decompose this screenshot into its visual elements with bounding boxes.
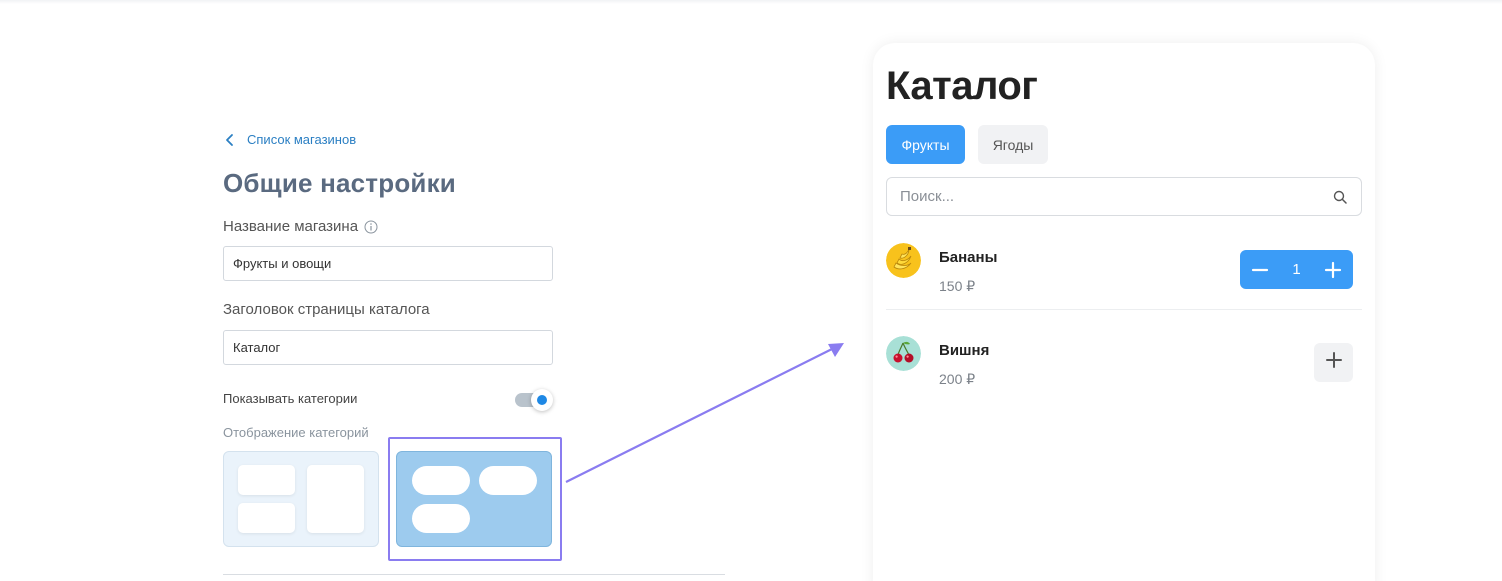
- show-categories-toggle[interactable]: [515, 389, 553, 411]
- product-item: Бананы 150 ₽ 1: [886, 243, 1362, 313]
- quantity-stepper: 1: [1240, 250, 1353, 289]
- minus-icon[interactable]: [1251, 261, 1269, 279]
- product-divider: [886, 309, 1362, 310]
- grid-icon-block: [238, 503, 295, 533]
- banana-icon: [886, 243, 921, 278]
- grid-icon-block: [238, 465, 295, 495]
- search-input[interactable]: [887, 178, 1317, 215]
- product-name: Вишня: [939, 342, 990, 359]
- chevron-left-icon: [223, 133, 239, 147]
- tab-berries[interactable]: Ягоды: [978, 125, 1048, 164]
- product-item: Вишня 200 ₽: [886, 336, 1362, 406]
- quantity-value: 1: [1292, 261, 1301, 278]
- pills-icon-pill: [412, 466, 470, 495]
- back-link-label: Список магазинов: [247, 132, 357, 147]
- divider: [223, 574, 725, 575]
- store-name-label-text: Название магазина: [223, 218, 359, 235]
- show-categories-row: Показывать категории: [223, 389, 553, 411]
- layout-option-pills[interactable]: [396, 451, 552, 547]
- show-categories-label: Показывать категории: [223, 391, 358, 406]
- pills-icon-pill: [479, 466, 537, 495]
- plus-icon: [1325, 351, 1343, 374]
- arrow-icon: [565, 343, 844, 483]
- plus-icon[interactable]: [1324, 261, 1342, 279]
- add-to-cart-button[interactable]: [1314, 343, 1353, 382]
- page-title: Общие настройки: [223, 168, 456, 198]
- tab-fruits[interactable]: Фрукты: [886, 125, 965, 164]
- category-display-label: Отображение категорий: [223, 425, 369, 440]
- info-icon[interactable]: [364, 220, 378, 234]
- store-name-label: Название магазина: [223, 218, 378, 235]
- cherry-icon: [886, 336, 921, 371]
- layout-option-grid[interactable]: [223, 451, 379, 547]
- store-name-input[interactable]: [223, 246, 553, 281]
- top-divider: [0, 0, 1502, 4]
- catalog-title-input[interactable]: [223, 330, 553, 365]
- toggle-knob: [531, 389, 553, 411]
- back-link[interactable]: Список магазинов: [223, 132, 356, 147]
- catalog-title-label: Заголовок страницы каталога: [223, 301, 430, 318]
- pills-icon-pill: [412, 504, 470, 533]
- catalog-title-label-text: Заголовок страницы каталога: [223, 301, 430, 318]
- product-name: Бананы: [939, 249, 998, 266]
- product-price: 200 ₽: [939, 371, 976, 387]
- search-icon[interactable]: [1333, 190, 1347, 204]
- product-price: 150 ₽: [939, 278, 976, 294]
- catalog-preview: Каталог Фрукты Ягоды Бананы 150 ₽ 1: [873, 43, 1375, 581]
- grid-icon-block: [307, 465, 364, 533]
- search-box: [886, 177, 1362, 216]
- catalog-title: Каталог: [886, 64, 1038, 108]
